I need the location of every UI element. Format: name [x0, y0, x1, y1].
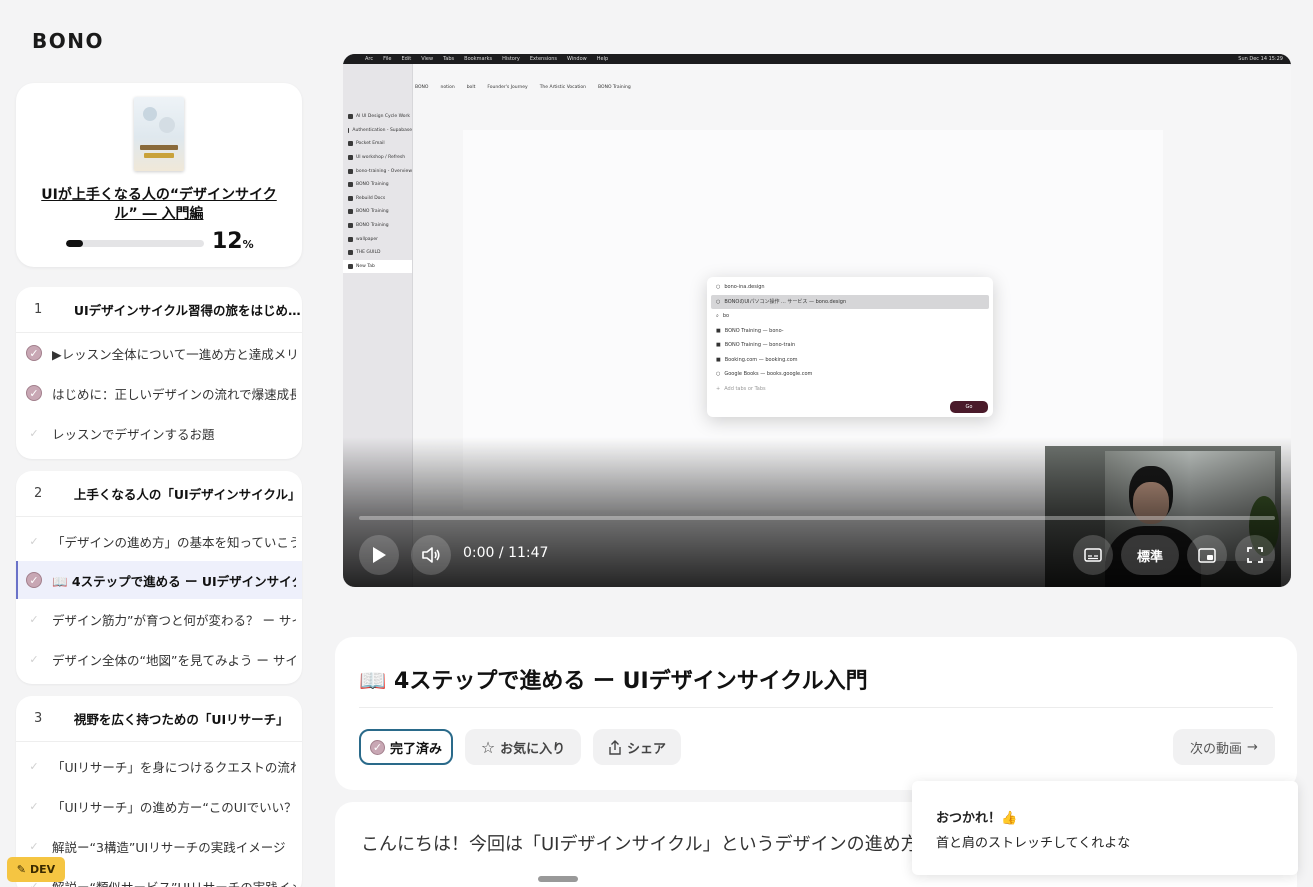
break-reminder-toast: おつかれ！👍 首と肩のストレッチしてくれよな: [912, 781, 1298, 875]
lesson-label: レッスンでデザインするお題: [52, 426, 215, 442]
picture-in-picture-button[interactable]: [1187, 535, 1227, 575]
dev-badge-label: DEV: [30, 863, 56, 876]
incomplete-check-icon: ✓: [29, 534, 39, 548]
lesson-item[interactable]: ✓ デザイン筋力”が育つと何が変わる？ ー サイクル: [16, 599, 302, 639]
lesson-label: 「UIリサーチ」を身につけるクエストの流れ: [52, 759, 296, 775]
chapter-number: 3: [34, 711, 43, 726]
completed-check-icon: ✓: [26, 385, 42, 401]
completed-check-icon: ✓: [26, 345, 42, 361]
lesson-item[interactable]: ✓ はじめに：正しいデザインの流れで爆速成長: [16, 373, 302, 413]
incomplete-check-icon: ✓: [29, 839, 39, 853]
divider: [359, 707, 1273, 708]
incomplete-check-icon: ✓: [29, 426, 39, 440]
lesson-title: 📖 4ステップで進める ー UIデザインサイクル入門: [359, 669, 868, 694]
dev-badge[interactable]: ✎ DEV: [7, 857, 65, 882]
incomplete-check-icon: ✓: [29, 799, 39, 813]
course-progress-bar: [66, 240, 204, 247]
pencil-icon: ✎: [16, 863, 27, 876]
lesson-label: 解説ー“類似サービス”UIリサーチの実践イメージ: [52, 879, 296, 887]
lesson-label: ▶レッスン全体について一進め方と達成メリット: [52, 346, 296, 362]
chapter-header-2[interactable]: 2 上手くなる人の「UIデザインサイクル」: [16, 471, 302, 517]
video-player[interactable]: Arc File Edit View Tabs Bookmarks History Exten…: [343, 54, 1291, 587]
next-video-button[interactable]: 次の動画 →: [1173, 729, 1275, 765]
fullscreen-icon: [1247, 547, 1263, 563]
chapter-title: 上手くなる人の「UIデザインサイクル」: [73, 487, 301, 502]
lesson-label: 解説ー“3構造”UIリサーチの実践イメージ: [52, 839, 286, 855]
playback-speed-button[interactable]: 標準: [1121, 535, 1179, 575]
course-cover-image: [134, 97, 184, 171]
play-button[interactable]: [359, 535, 399, 575]
lesson-item[interactable]: ✓ 「デザインの進め方」の基本を知っていこう: [16, 521, 302, 561]
scroll-indicator[interactable]: [538, 876, 578, 882]
incomplete-check-icon: ✓: [29, 759, 39, 773]
share-button[interactable]: シェア: [593, 729, 681, 765]
captions-icon: [1084, 548, 1102, 562]
lesson-label: 「UIリサーチ」の進め方ー“このUIでいい？”: [52, 799, 296, 815]
star-icon: ☆: [480, 737, 496, 757]
bono-logo[interactable]: BONO: [32, 29, 104, 53]
incomplete-check-icon: ✓: [29, 652, 39, 666]
lesson-item[interactable]: ✓ デザイン全体の“地図”を見てみよう ー サイクル: [16, 639, 302, 679]
lesson-label: はじめに：正しいデザインの流れで爆速成長: [52, 386, 296, 402]
lesson-item[interactable]: ✓ 「UIリサーチ」を身につけるクエストの流れ: [16, 746, 302, 786]
pip-icon: [1198, 547, 1216, 563]
incomplete-check-icon: ✓: [29, 612, 39, 626]
volume-button[interactable]: [411, 535, 451, 575]
lesson-item[interactable]: ✓ レッスンでデザインするお題: [16, 413, 302, 453]
recorded-command-bar: ○ bono-ina.design ○ BONOのUIパソコン操作 ... サービス…: [707, 277, 993, 417]
chapter-header-3[interactable]: 3 視野を広く持つための「UIリサーチ」: [16, 696, 302, 742]
volume-icon: [422, 547, 440, 563]
chapter-title: UIデザインサイクル習得の旅をはじめよう: [73, 303, 302, 318]
course-progress-percent: 12%: [212, 229, 254, 254]
completed-check-icon: ✓: [369, 739, 385, 755]
chapter-header-1[interactable]: 1 UIデザインサイクル習得の旅をはじめよう: [16, 287, 302, 333]
recorded-menubar: Arc File Edit View Tabs Bookmarks History Exten…: [343, 54, 1291, 64]
fullscreen-button[interactable]: [1235, 535, 1275, 575]
lesson-label: 「デザインの進め方」の基本を知っていこう: [52, 534, 296, 550]
video-time: 0:00 / 11:47: [463, 545, 549, 561]
chapter-number: 2: [34, 486, 43, 501]
course-progress-fill: [66, 240, 83, 247]
lesson-header-panel: 📖 4ステップで進める ー UIデザインサイクル入門 ✓ 完了済み ☆ お気に入…: [335, 637, 1297, 790]
captions-button[interactable]: [1073, 535, 1113, 575]
toast-message: 首と肩のストレッチしてくれよな: [936, 836, 1131, 851]
lesson-item[interactable]: ✓ 「UIリサーチ」の進め方ー“このUIでいい？”: [16, 786, 302, 826]
course-title-link[interactable]: UIが上手くなる人の“デザインサイクル” ― 入門編: [36, 186, 282, 224]
arrow-right-icon: →: [1247, 739, 1258, 755]
play-icon: [373, 547, 386, 563]
chapter-title: 視野を広く持つための「UIリサーチ」: [73, 712, 289, 727]
chapter-number: 1: [34, 302, 43, 317]
chapter-section-1: 1 UIデザインサイクル習得の旅をはじめよう ✓ ▶レッスン全体について一進め方…: [16, 287, 302, 459]
lesson-label: デザイン筋力”が育つと何が変わる？ ー サイクル: [52, 612, 296, 628]
lesson-label: 📖 4ステップで進める ー UIデザインサイクル入門: [52, 573, 296, 589]
toast-title: おつかれ！👍: [936, 811, 1018, 826]
completed-check-icon: ✓: [26, 572, 42, 588]
share-icon: [609, 739, 621, 755]
lesson-label: デザイン全体の“地図”を見てみよう ー サイクル: [52, 652, 296, 668]
favorite-button[interactable]: ☆ お気に入り: [465, 729, 581, 765]
course-summary-card: UIが上手くなる人の“デザインサイクル” ― 入門編 12%: [16, 83, 302, 267]
lesson-intro-text: こんにちは！今回は「UIデザインサイクル」というデザインの進め方について: [361, 834, 991, 855]
lesson-item-active[interactable]: ✓ 📖 4ステップで進める ー UIデザインサイクル入門: [16, 561, 302, 599]
recorded-bookmarks: BONO notion bolt Founder's Journey The Artis…: [415, 84, 631, 90]
chapter-section-2: 2 上手くなる人の「UIデザインサイクル」 ✓ 「デザインの進め方」の基本を知っ…: [16, 471, 302, 684]
mark-complete-button[interactable]: ✓ 完了済み: [359, 729, 453, 765]
seek-bar[interactable]: [359, 516, 1275, 520]
lesson-item[interactable]: ✓ ▶レッスン全体について一進め方と達成メリット: [16, 333, 302, 373]
